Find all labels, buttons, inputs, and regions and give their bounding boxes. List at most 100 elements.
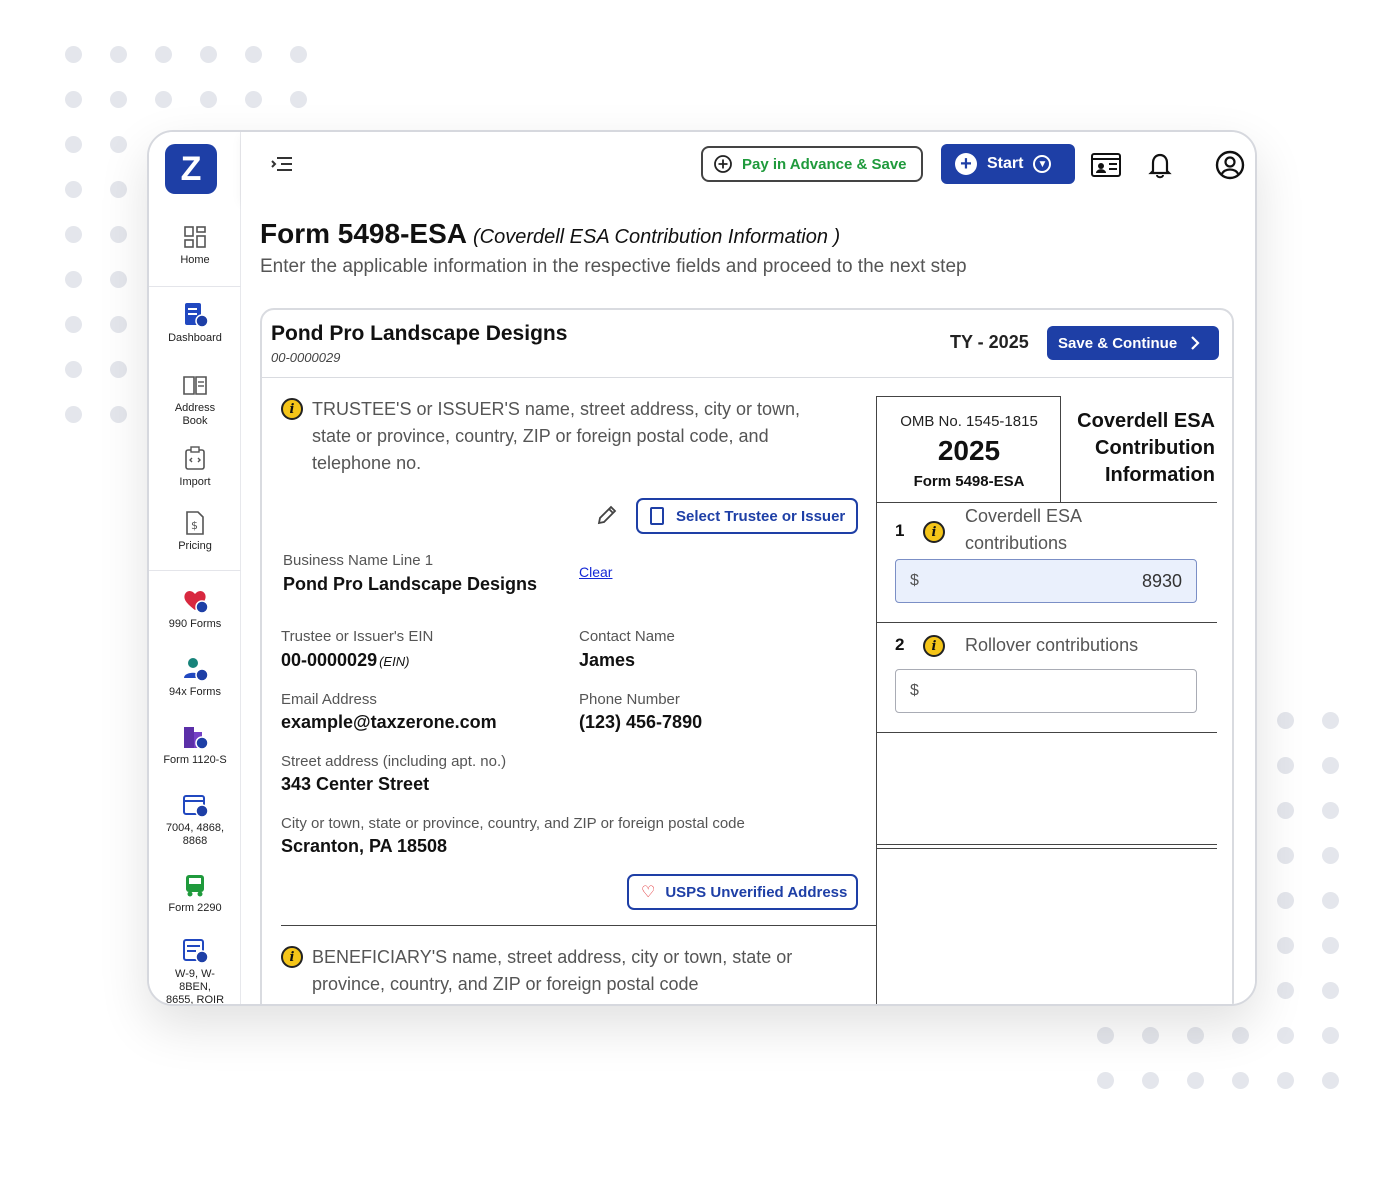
pay-in-advance-label: Pay in Advance & Save — [742, 155, 907, 173]
select-trustee-button[interactable]: Select Trustee or Issuer — [636, 498, 858, 534]
sidebar-item-form-1120s[interactable]: Form 1120-S — [149, 724, 241, 767]
sidebar-item-label: W-9, W-8BEN, 8655, ROIR — [165, 968, 225, 1006]
ein-tag: (EIN) — [379, 654, 410, 669]
box-1-amount-value: 8930 — [1141, 570, 1182, 591]
trustee-heading: i TRUSTEE'S or ISSUER'S name, street add… — [281, 396, 841, 477]
box-1-row: 1 i Coverdell ESA contributions $ 8930 — [877, 502, 1217, 622]
sidebar-item-extensions[interactable]: 7004, 4868, 8868 — [149, 792, 241, 848]
sidebar-item-94x-forms[interactable]: 94x Forms — [149, 656, 241, 699]
business-name-label: Business Name Line 1 — [283, 552, 434, 569]
street-value: 343 Center Street — [281, 774, 430, 794]
pay-in-advance-button[interactable]: Pay in Advance & Save — [701, 146, 923, 182]
form-box-title: Coverdell ESA Contribution Information — [1077, 410, 1215, 486]
business-title: Pond Pro Landscape Designs — [271, 322, 568, 345]
business-name-value: Pond Pro Landscape Designs — [283, 574, 538, 594]
box-1-number: 1 — [895, 521, 905, 540]
form-year: 2025 — [937, 435, 1001, 466]
pencil-edit-icon[interactable] — [596, 504, 618, 526]
rule-bottom — [877, 848, 1217, 849]
building-icon — [184, 727, 208, 750]
sidebar-item-form-2290[interactable]: Form 2290 — [149, 872, 241, 915]
sidebar-item-label: Import — [179, 476, 211, 488]
currency-symbol: $ — [910, 682, 919, 699]
phone-value: (123) 456-7890 — [579, 712, 703, 732]
empty-box-row — [877, 732, 1217, 844]
user-tie-icon — [184, 658, 208, 682]
sidebar-item-w9[interactable]: W-9, W-8BEN, 8655, ROIR — [149, 938, 241, 1006]
plus-circle-icon — [714, 155, 732, 173]
box-1-amount-input[interactable]: $ 8930 — [895, 559, 1197, 603]
bell-icon[interactable] — [1145, 150, 1175, 180]
save-continue-label: Save & Continue — [1058, 334, 1178, 352]
sidebar-item-home[interactable]: Home — [149, 224, 241, 267]
heart-icon — [184, 591, 208, 614]
usps-unverified-button[interactable]: ♡ USPS Unverified Address — [627, 874, 858, 910]
id-card-icon[interactable] — [1091, 150, 1121, 180]
sidebar-divider — [149, 286, 241, 287]
sidebar-item-label: Form 1120-S — [163, 754, 227, 766]
box-2-number: 2 — [895, 635, 905, 654]
email-value: example@taxzerone.com — [281, 712, 497, 732]
sidebar-item-label: Home — [180, 254, 210, 266]
page-title: Form 5498-ESA (Coverdell ESA Contribution… — [260, 218, 840, 250]
sidebar: Z Home Dashboard Address Book Import $ P… — [149, 132, 241, 1004]
ein-number: 00-0000029 — [281, 650, 378, 670]
start-button[interactable]: + Start ▼ — [941, 144, 1075, 184]
box-2-label: Rollover contributions — [965, 635, 1139, 655]
info-icon[interactable]: i — [281, 946, 303, 968]
select-trustee-label: Select Trustee or Issuer — [676, 507, 846, 525]
currency-symbol: $ — [910, 572, 919, 589]
form-icon — [183, 939, 208, 964]
form-card: Pond Pro Landscape Designs 00-0000029 TY… — [260, 308, 1234, 1004]
plus-icon: + — [955, 153, 977, 175]
ein-value: 00-0000029 (EIN) — [281, 650, 409, 671]
ein-label: Trustee or Issuer's EIN — [281, 628, 434, 645]
box-1-label: Coverdell ESA contributions — [965, 506, 1082, 553]
location-warning-icon: ♡ — [641, 884, 656, 901]
sidebar-item-990-forms[interactable]: 990 Forms — [149, 588, 241, 631]
save-continue-button[interactable]: Save & Continue — [1047, 326, 1219, 360]
chevron-right-icon — [1191, 336, 1200, 350]
chevron-down-icon: ▼ — [1033, 155, 1052, 173]
sidebar-item-label: Address Book — [174, 402, 216, 427]
sidebar-divider — [149, 570, 241, 571]
svg-text:$: $ — [191, 519, 198, 532]
sidebar-item-address-book[interactable]: Address Book — [149, 372, 241, 428]
page-description: Enter the applicable information in the … — [260, 256, 967, 277]
page-title-text: Form 5498-ESA — [260, 218, 467, 249]
form-box-panel: OMB No. 1545-1815 2025 Form 5498-ESA Cov… — [876, 396, 1217, 1004]
sidebar-item-dashboard[interactable]: Dashboard — [149, 302, 241, 345]
info-icon[interactable]: i — [281, 398, 303, 420]
section-divider — [281, 925, 877, 926]
dashboard-icon — [185, 303, 208, 328]
phone-label: Phone Number — [579, 691, 680, 708]
box-2-amount-input[interactable]: $ — [895, 669, 1197, 713]
beneficiary-heading: i BENEFICIARY'S name, street address, ci… — [281, 944, 841, 998]
info-icon[interactable]: i — [923, 635, 945, 657]
trustee-section: i TRUSTEE'S or ISSUER'S name, street add… — [262, 378, 877, 1004]
start-label: Start — [987, 155, 1024, 172]
main-content: Form 5498-ESA (Coverdell ESA Contribution… — [241, 200, 1255, 1004]
omb-number: OMB No. 1545-1815 — [900, 413, 1038, 430]
sidebar-item-label: 990 Forms — [168, 618, 222, 630]
info-icon[interactable]: i — [923, 521, 945, 543]
sidebar-item-label: Form 2290 — [168, 902, 222, 914]
sidebar-item-import[interactable]: Import — [149, 446, 241, 489]
calendar-icon — [183, 795, 208, 818]
usps-label: USPS Unverified Address — [665, 883, 848, 901]
clear-link[interactable]: Clear — [579, 564, 612, 580]
sidebar-item-pricing[interactable]: $ Pricing — [149, 510, 241, 553]
contact-name-value: James — [579, 650, 636, 670]
pricing-icon: $ — [186, 511, 204, 535]
app-logo[interactable]: Z — [165, 144, 217, 194]
grid-icon — [184, 226, 206, 248]
tax-year: TY - 2025 — [950, 332, 1029, 352]
street-label: Street address (including apt. no.) — [281, 753, 507, 770]
menu-collapse-icon[interactable] — [271, 154, 293, 174]
user-account-icon[interactable] — [1215, 150, 1245, 180]
sidebar-item-label: Pricing — [178, 540, 212, 552]
sidebar-item-label: Dashboard — [168, 332, 222, 344]
sidebar-item-label: 94x Forms — [169, 686, 221, 698]
import-icon — [185, 446, 205, 470]
city-label: City or town, state or province, country… — [281, 815, 745, 832]
